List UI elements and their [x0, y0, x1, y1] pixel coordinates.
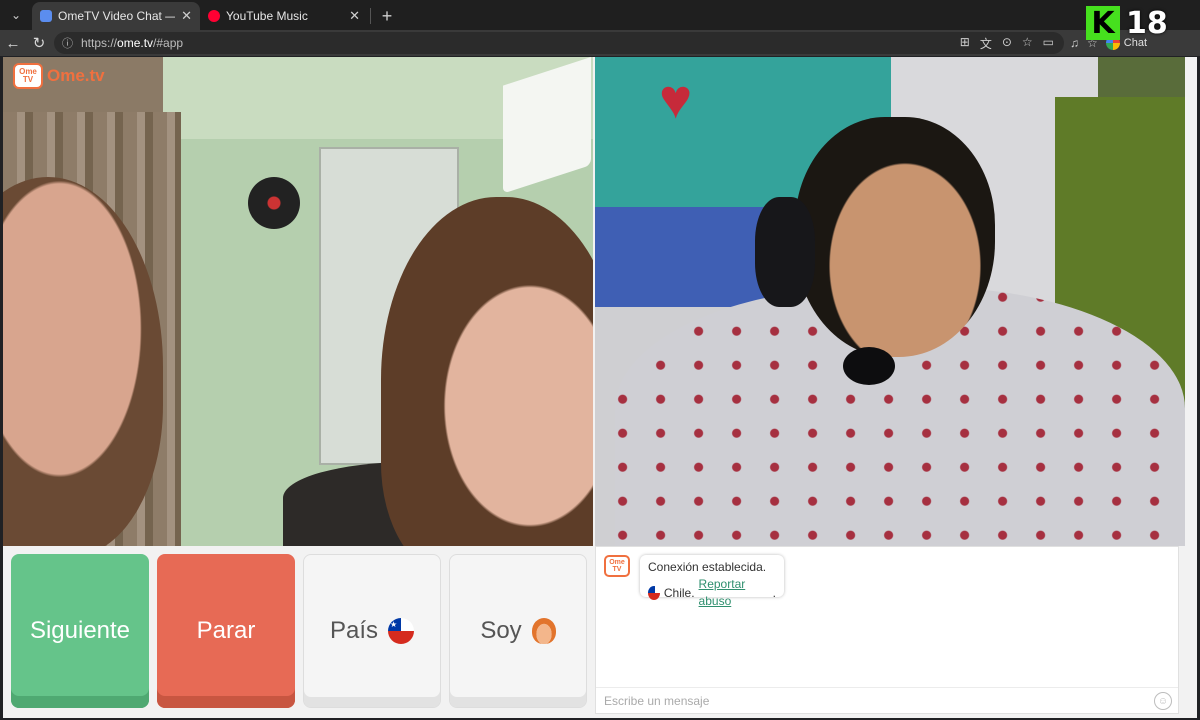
favorite-star-icon[interactable]: ☆ [1022, 35, 1033, 52]
message-input[interactable]: Escribe un mensaje ☺ [596, 687, 1178, 713]
close-icon[interactable]: ✕ [181, 8, 192, 24]
new-tab-plus-icon[interactable]: + [373, 2, 401, 30]
next-button[interactable]: Siguiente [11, 554, 149, 708]
chile-flag-icon [648, 586, 660, 600]
site-info-icon[interactable]: ⓘ [62, 35, 73, 51]
report-suffix: . [772, 585, 776, 600]
microphone-icon [843, 347, 895, 385]
youtube-music-favicon-icon [208, 10, 220, 22]
chile-flag-icon [388, 618, 415, 644]
next-label: Siguiente [29, 617, 131, 644]
stop-button[interactable]: Parar [157, 554, 295, 708]
media-control-icon[interactable]: ♫ [1070, 36, 1079, 50]
watermark-logo: K [1086, 6, 1120, 41]
country-label: País [329, 617, 379, 644]
video-scene-vinyl [248, 177, 300, 229]
message-placeholder: Escribe un mensaje [604, 693, 710, 708]
url-host: ome.tv [117, 36, 154, 50]
emoji-icon[interactable]: ☺ [1154, 692, 1172, 710]
tab-bar: ⌄ OmeTV Video Chat — Omegl ✕ YouTube Mus… [0, 0, 1200, 30]
tab-divider [370, 8, 371, 24]
url-path: /#app [153, 36, 184, 50]
apps-icon[interactable]: ⊞ [960, 35, 970, 52]
url-actions: ⊞ 文 ⊙ ☆ ▭ [960, 35, 1054, 52]
url-field[interactable]: ⓘ https:// ome.tv /#app ⊞ 文 ⊙ ☆ ▭ [54, 32, 1064, 54]
gender-button[interactable]: Soy [449, 554, 587, 708]
watermark-age: 18 [1126, 5, 1168, 41]
right-gutter [1187, 57, 1197, 718]
ometv-logo[interactable]: Ome TV Ome.tv [13, 63, 105, 89]
tab-title: OmeTV Video Chat — Omegl [58, 9, 175, 23]
connection-status: Conexión establecida. [648, 560, 767, 574]
ometv-app: Ome TV Ome.tv ♥ Siguiente Parar País Soy… [3, 57, 1197, 718]
extension-icon[interactable]: ⊙ [1002, 35, 1012, 52]
ometv-tv-icon: Ome TV [13, 63, 43, 89]
partner-country-row: Chile. Reportar abuso. [648, 576, 776, 610]
video-person-head [795, 117, 995, 357]
translate-icon[interactable]: 文 [980, 35, 992, 52]
camera-icon[interactable]: ▭ [1043, 35, 1054, 52]
gender-label: Soy [480, 617, 522, 644]
country-button[interactable]: País [303, 554, 441, 708]
stop-label: Parar [196, 617, 256, 644]
remote-video: ♥ [595, 57, 1185, 546]
partner-country: Chile. [663, 585, 695, 600]
ometv-logo-text: Ome.tv [47, 66, 105, 85]
url-scheme: https:// [81, 36, 118, 50]
address-toolbar: ← ↻ ⓘ https:// ome.tv /#app ⊞ 文 ⊙ ☆ ▭ ♫ … [0, 30, 1200, 56]
tab-search-icon[interactable]: ⌄ [2, 1, 30, 29]
tab-ometv[interactable]: OmeTV Video Chat — Omegl ✕ [32, 2, 200, 30]
back-arrow-icon[interactable]: ← [0, 30, 26, 56]
system-message: Conexión establecida. Chile. Reportar ab… [640, 555, 784, 608]
heart-graffiti-icon: ♥ [659, 67, 693, 130]
reload-icon[interactable]: ↻ [26, 30, 52, 56]
local-video: Ome TV Ome.tv [3, 57, 593, 546]
close-icon[interactable]: ✕ [349, 8, 360, 24]
ometv-chat-icon: Ome TV [604, 555, 630, 577]
tab-youtube-music[interactable]: YouTube Music ✕ [200, 2, 368, 30]
boy-avatar-icon [531, 618, 556, 644]
ometv-favicon-icon [40, 10, 52, 22]
headset-icon [755, 197, 815, 307]
channel-watermark: K 18 [1086, 4, 1190, 42]
tab-title: YouTube Music [226, 9, 308, 23]
control-buttons: Siguiente Parar País Soy [11, 554, 587, 708]
chat-panel: Ome TV Conexión establecida. Chile. Repo… [595, 546, 1179, 714]
report-abuse-link[interactable]: Reportar abuso [699, 576, 769, 610]
video-scene-bed [595, 207, 775, 307]
